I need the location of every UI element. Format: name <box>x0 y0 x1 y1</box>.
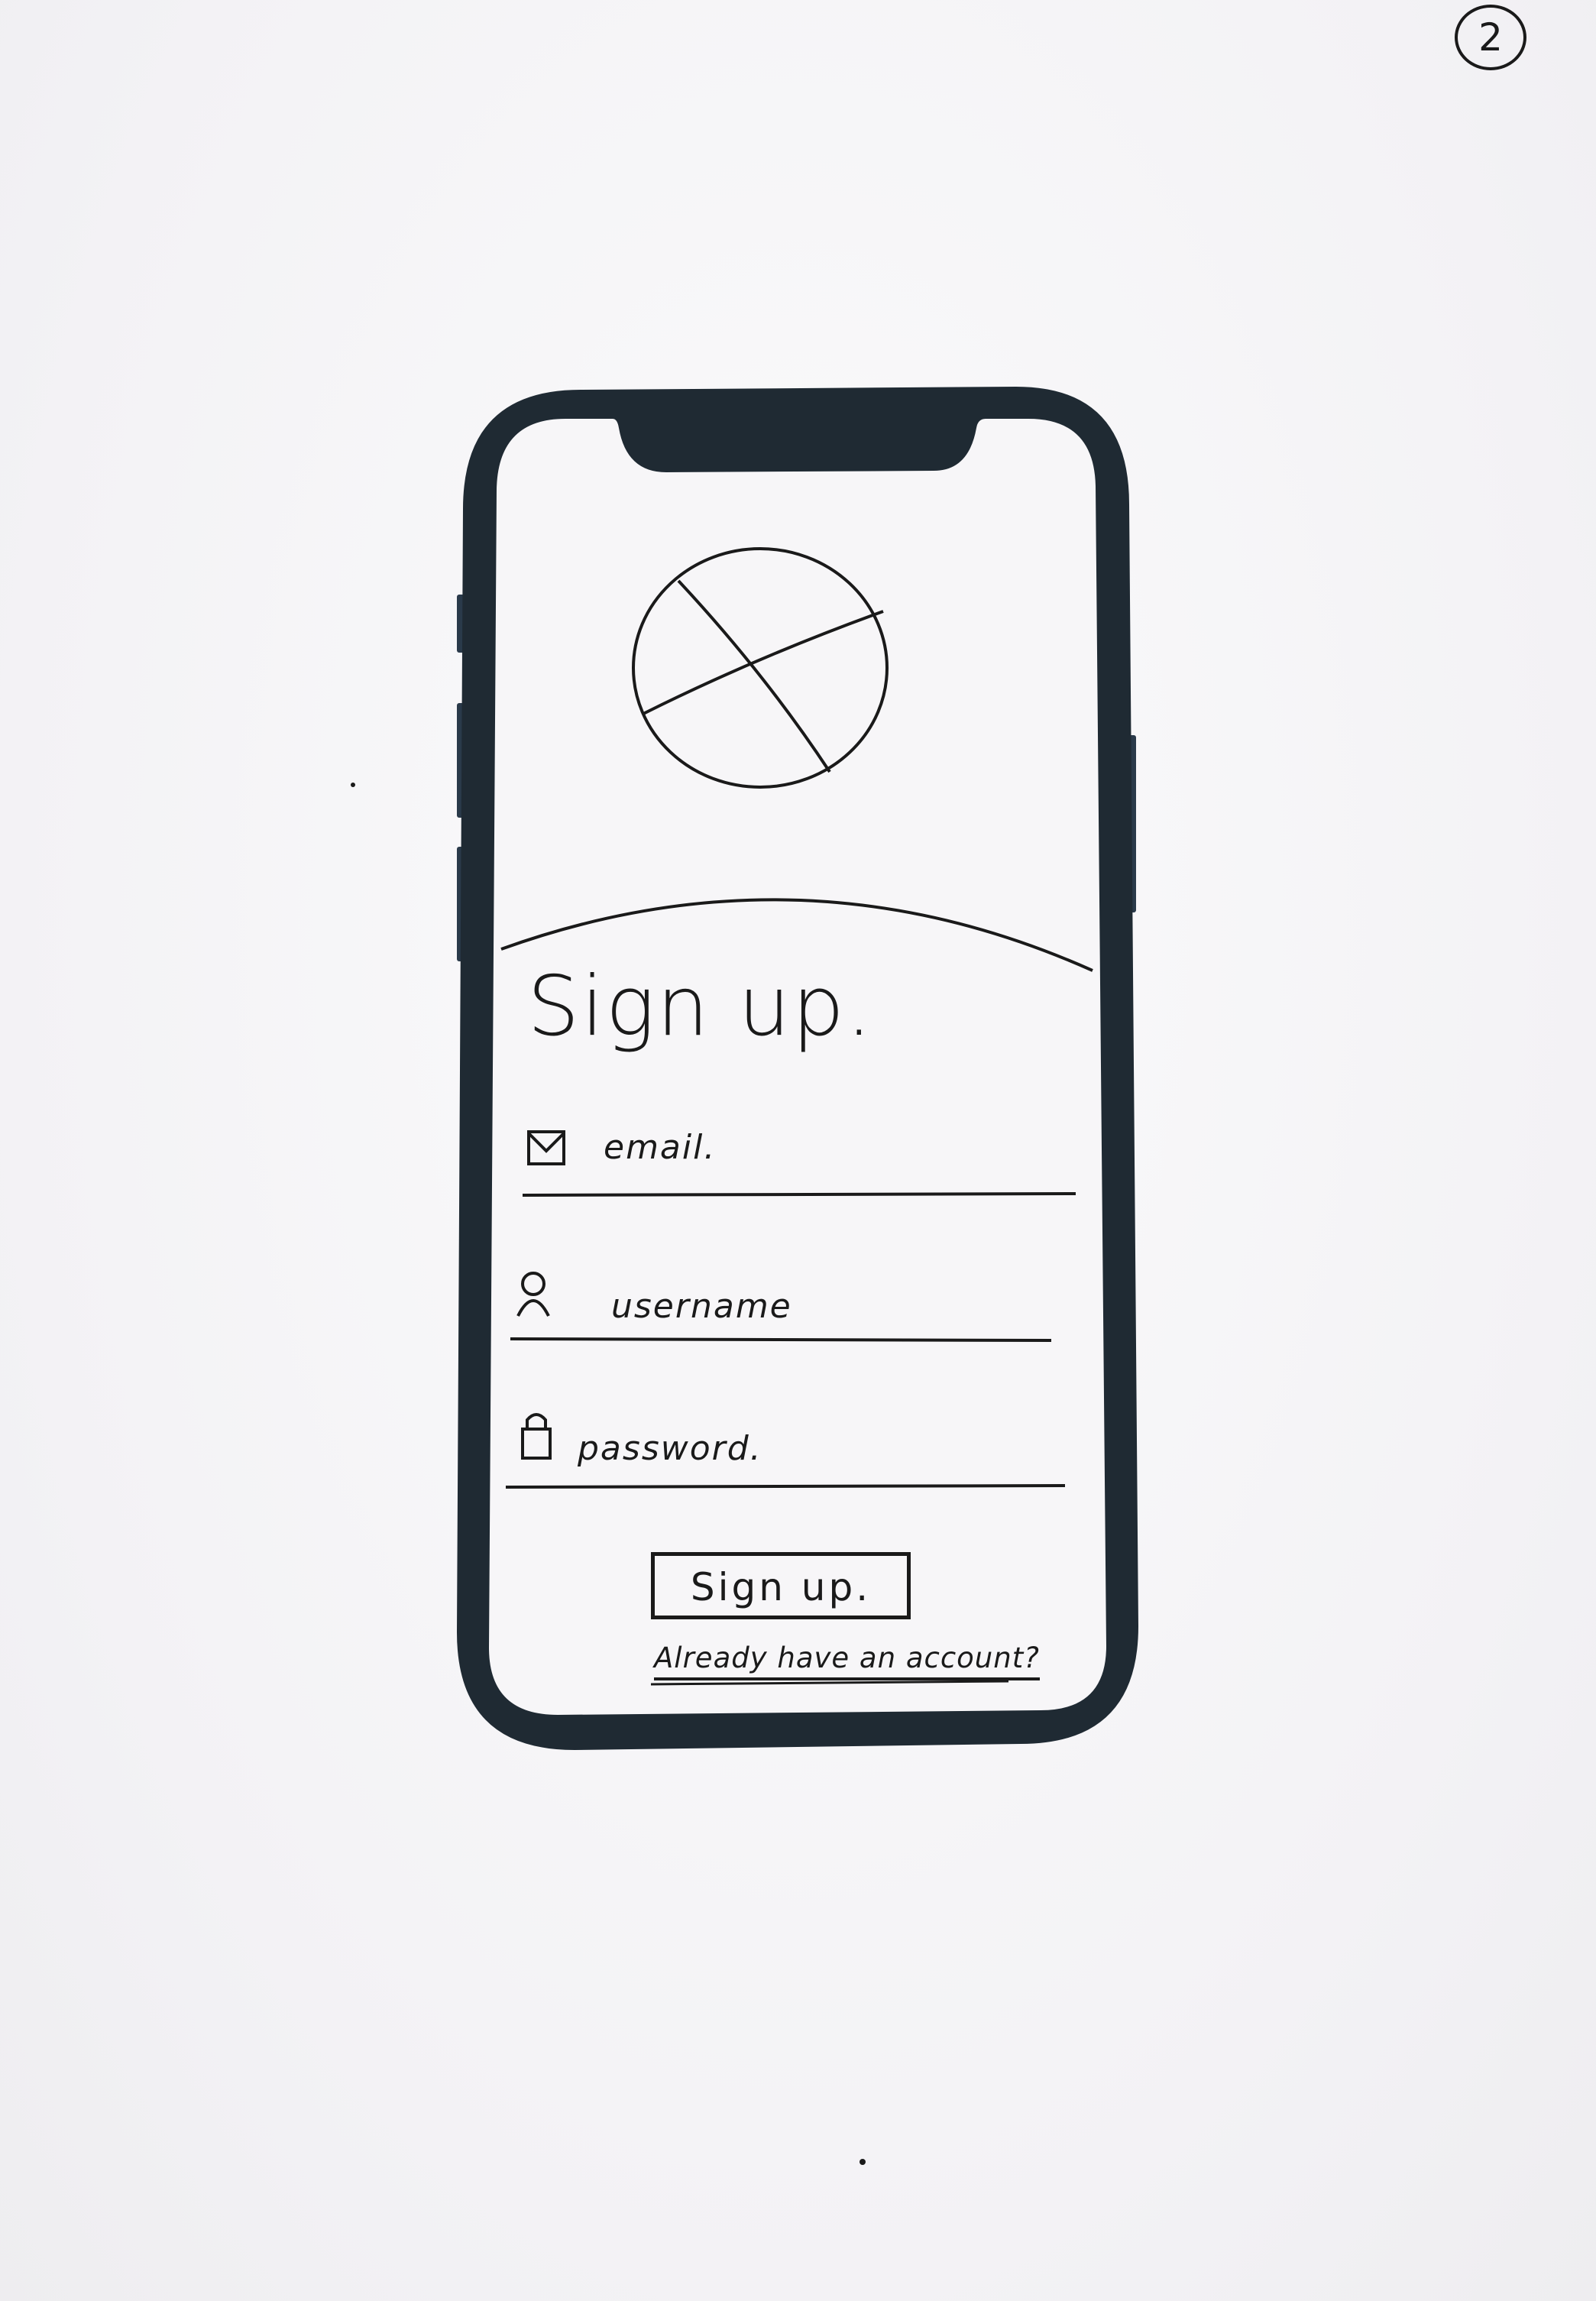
login-link[interactable]: Already have an account? <box>654 1641 1040 1680</box>
phone-sketch <box>351 387 1138 2165</box>
stray-dot <box>351 783 355 787</box>
password-underline <box>505 1484 1066 1489</box>
username-field[interactable]: username <box>611 1287 792 1326</box>
phone-screen <box>489 419 1106 1715</box>
email-field[interactable]: email. <box>604 1128 716 1167</box>
username-underline <box>510 1337 1052 1342</box>
stray-dot <box>860 2159 866 2165</box>
sign-up-button[interactable]: Sign up. <box>651 1552 911 1619</box>
sketch-page: 2 Sign up. email. username password. Sig… <box>0 0 1596 2301</box>
password-field[interactable]: password. <box>578 1429 762 1468</box>
page-title: Sign up. <box>527 959 874 1055</box>
email-underline <box>522 1192 1076 1197</box>
